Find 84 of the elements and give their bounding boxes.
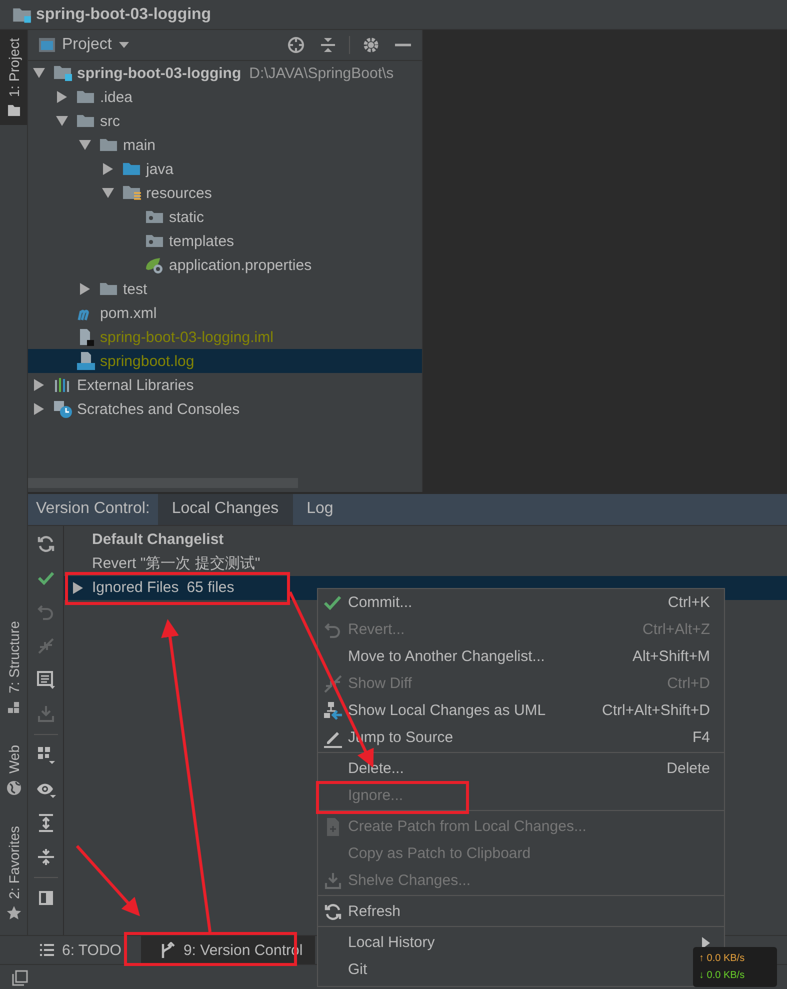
panel-icon[interactable] bbox=[12, 970, 28, 986]
tree-item[interactable]: main bbox=[28, 133, 422, 157]
project-path: D:\JAVA\SpringBoot\s bbox=[249, 64, 394, 82]
folder-icon bbox=[145, 232, 165, 250]
tree-item[interactable]: resources bbox=[28, 181, 422, 205]
keyboard-shortcut: Ctrl+Alt+Z bbox=[642, 621, 710, 638]
structure-icon bbox=[6, 699, 22, 716]
module-folder-icon bbox=[12, 6, 32, 24]
changelist-title: Default Changelist bbox=[92, 531, 224, 548]
globe-icon bbox=[6, 780, 22, 796]
changes-item[interactable]: Revert "第一次 提交测试" bbox=[64, 552, 787, 576]
refresh-icon[interactable] bbox=[36, 534, 56, 554]
diagram-icon bbox=[323, 700, 343, 720]
keyboard-shortcut: Alt+Shift+M bbox=[632, 648, 710, 665]
tree-item[interactable]: static bbox=[28, 205, 422, 229]
folder-icon bbox=[76, 112, 96, 130]
keyboard-shortcut: Ctrl+D bbox=[667, 675, 710, 692]
window-title: spring-boot-03-logging bbox=[36, 6, 212, 24]
tree-item[interactable]: springboot.log bbox=[28, 349, 422, 373]
keyboard-shortcut: F4 bbox=[692, 729, 710, 746]
module-folder-icon bbox=[53, 64, 73, 82]
tool-window-tab[interactable]: 2: Favorites bbox=[0, 818, 27, 929]
folder-icon bbox=[6, 103, 20, 118]
source-folder-icon bbox=[122, 160, 142, 178]
tree-item[interactable]: Scratches and Consoles bbox=[28, 397, 422, 421]
dropdown-icon[interactable] bbox=[118, 41, 130, 49]
caret-right-icon[interactable] bbox=[102, 163, 114, 175]
window-icon bbox=[38, 37, 56, 53]
folder-icon bbox=[99, 136, 119, 154]
download-speed: ↓ 0.0 KB/s bbox=[699, 969, 746, 983]
annotation-arrow bbox=[76, 845, 140, 916]
menu-item[interactable]: Show Local Changes as UML Ctrl+Alt+Shift+D bbox=[318, 697, 724, 724]
list-icon bbox=[40, 943, 54, 957]
leaf-file-icon bbox=[145, 256, 165, 274]
log-file-icon bbox=[76, 352, 96, 370]
tool-window-tab[interactable]: 7: Structure bbox=[0, 612, 27, 724]
folder-icon bbox=[99, 280, 119, 298]
clock-file-icon bbox=[53, 400, 73, 418]
tool-window-tab[interactable]: 1: Project bbox=[0, 30, 27, 126]
tree-item[interactable]: src bbox=[28, 109, 422, 133]
caret-right-icon[interactable] bbox=[33, 403, 45, 415]
download-icon bbox=[323, 870, 343, 890]
menu-item[interactable]: Move to Another Changelist... Alt+Shift+M bbox=[318, 643, 724, 670]
folder-icon bbox=[145, 208, 165, 226]
grid-icon[interactable] bbox=[36, 744, 56, 765]
caret-right-icon[interactable] bbox=[79, 283, 91, 295]
tab[interactable]: Local Changes bbox=[158, 494, 293, 525]
list-icon[interactable] bbox=[36, 670, 56, 690]
tree-item[interactable]: pom.xml bbox=[28, 301, 422, 325]
keyboard-shortcut: Ctrl+Alt+Shift+D bbox=[602, 702, 710, 719]
tree-item[interactable]: External Libraries bbox=[28, 373, 422, 397]
refresh-icon bbox=[323, 902, 343, 922]
caret-down-icon[interactable] bbox=[102, 187, 114, 199]
caret-right-icon[interactable] bbox=[33, 379, 45, 391]
tool-window-tab[interactable]: Web bbox=[0, 737, 27, 804]
caret-right-icon[interactable] bbox=[56, 91, 68, 103]
tree-item[interactable]: application.properties bbox=[28, 253, 422, 277]
settings-icon[interactable] bbox=[362, 36, 380, 54]
tree-item[interactable]: spring-boot-03-logging D:\JAVA\SpringBoot\s bbox=[28, 61, 422, 85]
scrollbar[interactable] bbox=[28, 478, 298, 488]
caret-down-icon[interactable] bbox=[33, 67, 45, 79]
folder-icon bbox=[76, 88, 96, 106]
tree-item[interactable]: .idea bbox=[28, 85, 422, 109]
branch-icon bbox=[161, 942, 176, 958]
crosshair-icon[interactable] bbox=[287, 36, 305, 54]
tree-item[interactable]: test bbox=[28, 277, 422, 301]
menu-item[interactable]: Delete... Delete bbox=[318, 755, 724, 782]
tree-item[interactable]: templates bbox=[28, 229, 422, 253]
panel-title[interactable]: Project bbox=[62, 36, 112, 54]
collapse-all-icon[interactable] bbox=[319, 36, 337, 54]
upload-speed: ↑ 0.0 KB/s bbox=[699, 952, 746, 966]
tool-window-tab[interactable]: 6: TODO bbox=[36, 936, 134, 964]
caret-right-icon[interactable] bbox=[72, 582, 83, 594]
menu-item[interactable]: Refresh bbox=[318, 898, 724, 925]
panel-title: Version Control: bbox=[35, 499, 151, 520]
keyboard-shortcut: Delete bbox=[666, 760, 710, 777]
star-icon bbox=[6, 905, 22, 921]
caret-down-icon[interactable] bbox=[79, 139, 91, 151]
tab[interactable]: Log bbox=[292, 494, 348, 525]
caret-down-icon[interactable] bbox=[56, 115, 68, 127]
arrows-icon bbox=[323, 674, 343, 694]
collapse-icon[interactable] bbox=[36, 846, 56, 867]
tree-item[interactable]: java bbox=[28, 157, 422, 181]
resources-folder-icon bbox=[122, 184, 142, 202]
